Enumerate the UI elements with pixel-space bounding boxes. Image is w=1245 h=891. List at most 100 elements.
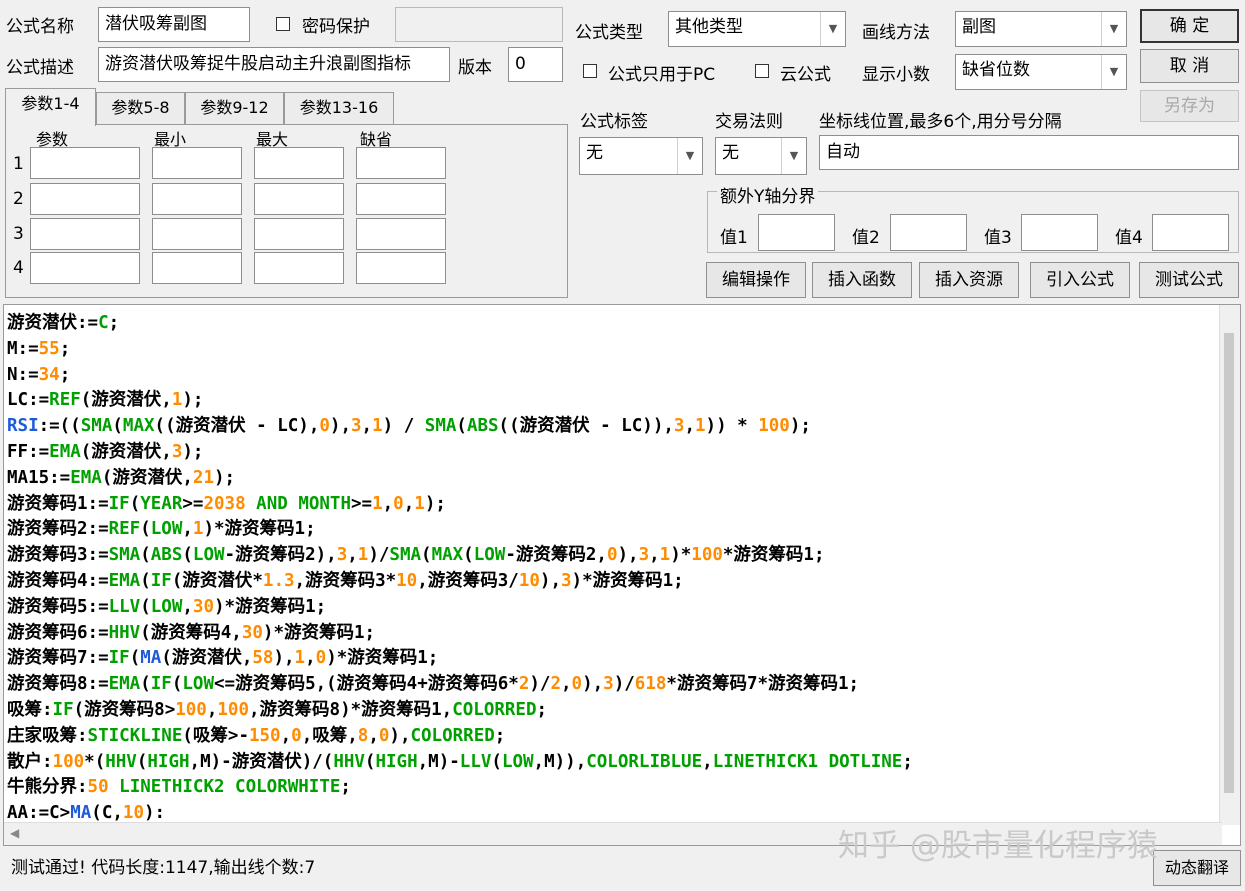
code-line[interactable]: N:=34; — [7, 363, 913, 389]
pc-only-checkbox[interactable] — [583, 64, 597, 78]
code-line[interactable]: 牛熊分界:50 LINETHICK2 COLORWHITE; — [7, 775, 913, 801]
tab-params-13-16[interactable]: 参数13-16 — [284, 92, 394, 124]
param-2-max[interactable] — [254, 183, 344, 215]
code-token: ( — [421, 545, 432, 566]
code-token: ( — [171, 674, 183, 695]
param-4-max[interactable] — [254, 252, 344, 284]
value1-input[interactable] — [758, 214, 835, 251]
code-line[interactable]: 游资筹码8:=EMA(IF(LOW<=游资筹码5,(游资筹码4+游资筹码6*2)… — [7, 672, 913, 698]
param-3-max[interactable] — [254, 218, 344, 250]
code-token: , — [561, 674, 572, 695]
chevron-down-icon[interactable]: ▼ — [1101, 12, 1126, 46]
code-token: LOW — [473, 545, 506, 566]
chevron-down-icon[interactable]: ▼ — [677, 138, 702, 174]
code-token: 1 — [659, 545, 671, 566]
param-4-name[interactable] — [30, 252, 140, 284]
param-2-default[interactable] — [356, 183, 446, 215]
code-text[interactable]: 游资潜伏:=C; M:=55; N:=34; LC:=REF(游资潜伏,1); RSI:… — [7, 311, 913, 827]
tab-params-5-8[interactable]: 参数5-8 — [96, 92, 185, 124]
ok-button[interactable]: 确 定 — [1140, 9, 1239, 43]
code-token: 1 — [294, 648, 306, 669]
code-token: ,吸筹, — [301, 725, 358, 746]
tab-params-9-12[interactable]: 参数9-12 — [185, 92, 284, 124]
chevron-down-icon[interactable]: ▼ — [820, 12, 845, 46]
version-input[interactable]: 0 — [508, 47, 563, 82]
code-token: >= — [351, 493, 373, 514]
coord-line-input[interactable]: 自动 — [819, 135, 1239, 170]
password-checkbox[interactable] — [276, 17, 290, 31]
code-line[interactable]: FF:=EMA(游资潜伏,3); — [7, 440, 913, 466]
insert-resource-button[interactable]: 插入资源 — [919, 262, 1019, 298]
value3-input[interactable] — [1021, 214, 1098, 251]
code-line[interactable]: 游资筹码5:=LLV(LOW,30)*游资筹码1; — [7, 595, 913, 621]
code-token: ; — [536, 699, 548, 720]
code-line[interactable]: 游资筹码6:=HHV(游资筹码4,30)*游资筹码1; — [7, 621, 913, 647]
trade-rule-value: 无 — [722, 143, 739, 163]
code-line[interactable]: 游资筹码3:=SMA(ABS(LOW-游资筹码2),3,1)/SMA(MAX(L… — [7, 543, 913, 569]
watermark: 知乎 @股市量化程序猿 — [838, 828, 1158, 864]
param-row-index: 1 — [13, 154, 24, 174]
cloud-formula-checkbox[interactable] — [755, 64, 769, 78]
save-as-button: 另存为 — [1140, 90, 1239, 122]
code-token: 21 — [192, 467, 214, 488]
test-formula-button[interactable]: 测试公式 — [1139, 262, 1239, 298]
draw-method-select[interactable]: 副图 ▼ — [955, 11, 1127, 47]
code-line[interactable]: 吸筹:IF(游资筹码8>100,100,游资筹码8)*游资筹码1,COLORRE… — [7, 698, 913, 724]
code-token: := — [77, 313, 99, 333]
formula-tag-select[interactable]: 无 ▼ — [579, 137, 703, 175]
value3-label: 值3 — [984, 228, 1012, 248]
code-line[interactable]: 游资筹码1:=IF(YEAR>=2038 AND MONTH>=1,0,1); — [7, 492, 913, 518]
import-formula-button[interactable]: 引入公式 — [1030, 262, 1130, 298]
chevron-down-icon[interactable]: ▼ — [781, 138, 806, 174]
param-4-min[interactable] — [152, 252, 242, 284]
cancel-button[interactable]: 取 消 — [1140, 49, 1239, 83]
code-token: 游资筹码2:= — [7, 519, 109, 540]
extra-y-axis-label: 额外Y轴分界 — [717, 182, 819, 207]
param-1-min[interactable] — [152, 147, 242, 179]
code-line[interactable]: M:=55; — [7, 337, 913, 363]
param-3-default[interactable] — [356, 218, 446, 250]
code-line[interactable]: 散户:100*(HHV(HIGH,M)-游资潜伏)/(HHV(HIGH,M)-L… — [7, 750, 913, 776]
edit-operations-button[interactable]: 编辑操作 — [706, 262, 806, 298]
code-token: 0 — [378, 725, 390, 746]
code-line[interactable]: MA15:=EMA(游资潜伏,21); — [7, 466, 913, 492]
dynamic-translate-button[interactable]: 动态翻译 — [1153, 850, 1241, 886]
insert-function-button[interactable]: 插入函数 — [812, 262, 912, 298]
code-token: ; — [340, 777, 351, 798]
trade-rule-select[interactable]: 无 ▼ — [715, 137, 807, 175]
code-line[interactable]: 游资筹码7:=IF(MA(游资潜伏,58),1,0)*游资筹码1; — [7, 646, 913, 672]
tab-params-1-4[interactable]: 参数1-4 — [5, 88, 96, 126]
param-1-name[interactable] — [30, 147, 140, 179]
vertical-scrollbar-thumb[interactable] — [1224, 333, 1234, 793]
param-3-name[interactable] — [30, 218, 140, 250]
code-token: 2 — [550, 674, 561, 695]
param-1-max[interactable] — [254, 147, 344, 179]
vertical-scrollbar[interactable] — [1219, 305, 1240, 825]
formula-desc-input[interactable]: 游资潜伏吸筹捉牛股启动主升浪副图指标 — [98, 47, 450, 82]
code-line[interactable]: 庄家吸筹:STICKLINE(吸筹>-150,0,吸筹,8,0),COLORRE… — [7, 724, 913, 750]
value4-input[interactable] — [1152, 214, 1229, 251]
code-line[interactable]: 游资潜伏:=C; — [7, 311, 913, 337]
code-editor[interactable]: 游资潜伏:=C; M:=55; N:=34; LC:=REF(游资潜伏,1); RSI:… — [3, 304, 1241, 846]
param-3-min[interactable] — [152, 218, 242, 250]
code-line[interactable]: 游资筹码2:=REF(LOW,1)*游资筹码1; — [7, 517, 913, 543]
decimal-select[interactable]: 缺省位数 ▼ — [955, 54, 1127, 90]
scroll-left-icon[interactable]: ◀ — [10, 826, 19, 840]
code-line[interactable]: 游资筹码4:=EMA(IF(游资潜伏*1.3,游资筹码3*10,游资筹码3/10… — [7, 569, 913, 595]
code-token: , — [305, 648, 316, 669]
formula-type-select[interactable]: 其他类型 ▼ — [668, 11, 846, 47]
code-token: ( — [140, 596, 151, 617]
param-2-min[interactable] — [152, 183, 242, 215]
param-4-default[interactable] — [356, 252, 446, 284]
code-token: 庄家吸筹: — [7, 725, 88, 746]
code-token: 10 — [396, 570, 418, 591]
value2-input[interactable] — [890, 214, 967, 251]
code-line[interactable]: RSI:=((SMA(MAX((游资潜伏 - LC),0),3,1) / SMA… — [7, 414, 913, 440]
chevron-down-icon[interactable]: ▼ — [1101, 55, 1126, 89]
param-1-default[interactable] — [356, 147, 446, 179]
code-line[interactable]: LC:=REF(游资潜伏,1); — [7, 388, 913, 414]
formula-name-input[interactable]: 潜伏吸筹副图 — [98, 7, 250, 42]
code-token: )/ — [529, 674, 551, 695]
param-2-name[interactable] — [30, 183, 140, 215]
code-token: HHV — [333, 751, 365, 772]
